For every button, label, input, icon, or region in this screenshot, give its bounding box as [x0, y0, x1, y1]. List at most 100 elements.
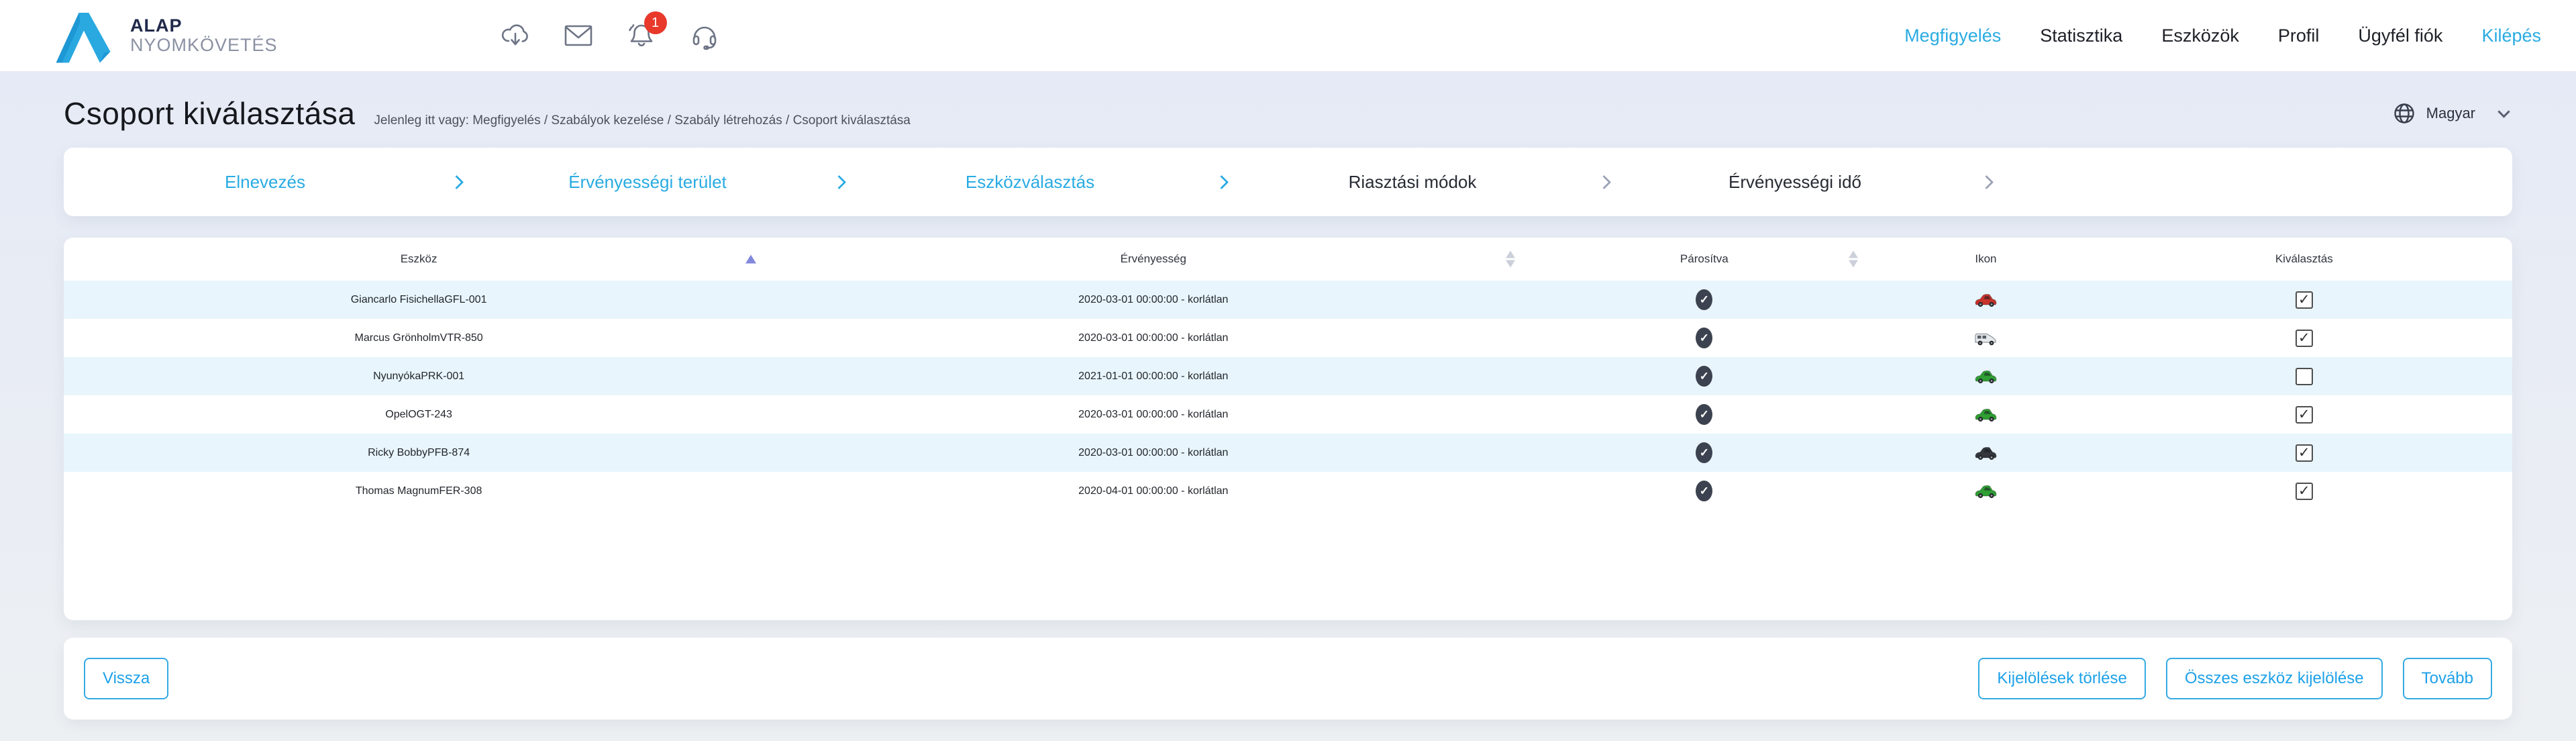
nav-item[interactable]: Kilépés — [2481, 26, 2541, 46]
clear-selections-button[interactable]: Kijelölések törlése — [1978, 658, 2145, 699]
main-nav: Megfigyelés Statisztika Eszközök Profil … — [1904, 26, 2541, 46]
car-black-icon — [1875, 444, 2096, 462]
paired-check-icon: ✓ — [1696, 481, 1712, 501]
stepper-step: Érvényességi idő — [1634, 172, 2016, 193]
table-row: OpelOGT-243 2020-03-01 00:00:00 - korlát… — [64, 395, 2512, 434]
brand[interactable]: ALAP NYOMKÖVETÉS — [52, 7, 278, 64]
select-checkbox[interactable] — [2296, 483, 2313, 500]
device-name-cell: OpelOGT-243 — [64, 409, 774, 421]
column-label: Kiválasztás — [2275, 252, 2333, 265]
validity-cell: 2020-03-01 00:00:00 - korlátlan — [774, 409, 1533, 421]
sort-icon[interactable] — [745, 255, 756, 264]
title-row: Csoport kiválasztása Jelenleg itt vagy: … — [0, 71, 2576, 132]
column-header[interactable]: Kiválasztás — [2096, 252, 2512, 266]
table-row: Giancarlo FisichellaGFL-001 2020-03-01 0… — [64, 281, 2512, 319]
select-checkbox[interactable] — [2296, 291, 2313, 309]
car-green-icon — [1875, 483, 2096, 500]
language-selector[interactable]: Magyar — [2393, 102, 2512, 125]
select-checkbox[interactable] — [2296, 444, 2313, 462]
step-separator — [1191, 177, 1251, 187]
validity-cell: 2021-01-01 00:00:00 - korlátlan — [774, 370, 1533, 383]
validity-cell: 2020-03-01 00:00:00 - korlátlan — [774, 332, 1533, 344]
stepper-step: Riasztási módok — [1251, 172, 1634, 193]
nav-item[interactable]: Statisztika — [2040, 26, 2122, 46]
column-header[interactable]: Ikon — [1875, 252, 2096, 266]
cloud-download-icon[interactable] — [499, 19, 531, 52]
logo-icon — [52, 7, 114, 64]
bell-icon[interactable]: 1 — [625, 19, 658, 52]
validity-cell: 2020-03-01 00:00:00 - korlátlan — [774, 294, 1533, 306]
app-header: ALAP NYOMKÖVETÉS 1 — [0, 0, 2576, 71]
step-label[interactable]: Elnevezés — [104, 172, 426, 193]
device-name-cell: NyunyókaPRK-001 — [64, 370, 774, 383]
header-icons: 1 — [499, 19, 721, 52]
chevron-right-icon — [449, 175, 463, 189]
step-separator — [809, 177, 869, 187]
car-green-icon — [1875, 406, 2096, 424]
brand-name: ALAP — [130, 16, 278, 36]
nav-item[interactable]: Eszközök — [2161, 26, 2239, 46]
breadcrumb: Jelenleg itt vagy: Megfigyelés / Szabály… — [374, 113, 910, 128]
footer-bar: Vissza Kijelölések törlése Összes eszköz… — [64, 638, 2512, 720]
stepper-step: Érvényességi terület — [486, 172, 869, 193]
step-separator — [1956, 177, 2016, 187]
brand-text: ALAP NYOMKÖVETÉS — [130, 16, 278, 55]
device-table: Eszköz Érvényesség Párosítva Ikon Kivála… — [64, 238, 2512, 620]
column-label: Párosítva — [1680, 252, 1729, 265]
back-button[interactable]: Vissza — [84, 658, 168, 699]
chevron-right-icon — [1214, 175, 1228, 189]
column-header[interactable]: Érvényesség — [774, 252, 1533, 266]
device-name-cell: Thomas MagnumFER-308 — [64, 485, 774, 497]
paired-check-icon: ✓ — [1696, 366, 1712, 387]
table-body: Giancarlo FisichellaGFL-001 2020-03-01 0… — [64, 281, 2512, 510]
paired-check-icon: ✓ — [1696, 328, 1712, 348]
step-separator — [426, 177, 486, 187]
validity-cell: 2020-04-01 00:00:00 - korlátlan — [774, 485, 1533, 497]
brand-subtitle: NYOMKÖVETÉS — [130, 36, 278, 55]
next-button[interactable]: Tovább — [2403, 658, 2492, 699]
mail-icon[interactable] — [562, 19, 595, 52]
globe-icon — [2393, 102, 2416, 125]
table-header-row: Eszköz Érvényesség Párosítva Ikon Kivála… — [64, 238, 2512, 281]
table-row: Thomas MagnumFER-308 2020-04-01 00:00:00… — [64, 472, 2512, 510]
step-label[interactable]: Riasztási módok — [1251, 172, 1574, 193]
headset-icon[interactable] — [688, 19, 721, 52]
chevron-right-icon — [831, 175, 845, 189]
sort-icon[interactable] — [1506, 251, 1515, 268]
table-row: NyunyókaPRK-001 2021-01-01 00:00:00 - ko… — [64, 357, 2512, 395]
wizard-stepper: Elnevezés Érvényességi terület Eszközvál… — [64, 148, 2512, 216]
select-checkbox[interactable] — [2296, 330, 2313, 347]
sort-icon[interactable] — [1849, 251, 1858, 268]
car-red-icon — [1875, 291, 2096, 309]
chevron-right-icon — [1979, 175, 1993, 189]
select-checkbox[interactable] — [2296, 368, 2313, 385]
paired-check-icon: ✓ — [1696, 404, 1712, 425]
column-header[interactable]: Párosítva — [1533, 252, 1875, 266]
car-green-icon — [1875, 368, 2096, 385]
step-label[interactable]: Érvényességi terület — [486, 172, 809, 193]
paired-check-icon: ✓ — [1696, 442, 1712, 463]
paired-check-icon: ✓ — [1696, 289, 1712, 310]
footer-actions: Kijelölések törlése Összes eszköz kijelö… — [1978, 658, 2492, 699]
nav-item[interactable]: Ügyfél fiók — [2358, 26, 2442, 46]
page-title: Csoport kiválasztása — [64, 95, 355, 132]
van-white-icon — [1875, 330, 2096, 347]
column-header[interactable]: Eszköz — [64, 252, 774, 266]
column-label: Ikon — [1975, 252, 1996, 265]
table-row: Ricky BobbyPFB-874 2020-03-01 00:00:00 -… — [64, 434, 2512, 472]
device-name-cell: Marcus GrönholmVTR-850 — [64, 332, 774, 344]
step-label[interactable]: Érvényességi idő — [1634, 172, 1956, 193]
device-name-cell: Ricky BobbyPFB-874 — [64, 447, 774, 459]
device-name-cell: Giancarlo FisichellaGFL-001 — [64, 294, 774, 306]
step-label[interactable]: Eszközválasztás — [869, 172, 1191, 193]
stepper-step: Elnevezés — [104, 172, 486, 193]
table-row: Marcus GrönholmVTR-850 2020-03-01 00:00:… — [64, 319, 2512, 357]
select-checkbox[interactable] — [2296, 406, 2313, 424]
step-separator — [1574, 177, 1634, 187]
stepper-step: Eszközválasztás — [869, 172, 1251, 193]
chevron-right-icon — [1596, 175, 1610, 189]
nav-item[interactable]: Megfigyelés — [1904, 26, 2001, 46]
nav-item[interactable]: Profil — [2278, 26, 2320, 46]
select-all-devices-button[interactable]: Összes eszköz kijelölése — [2166, 658, 2383, 699]
chevron-down-icon — [2497, 105, 2510, 117]
